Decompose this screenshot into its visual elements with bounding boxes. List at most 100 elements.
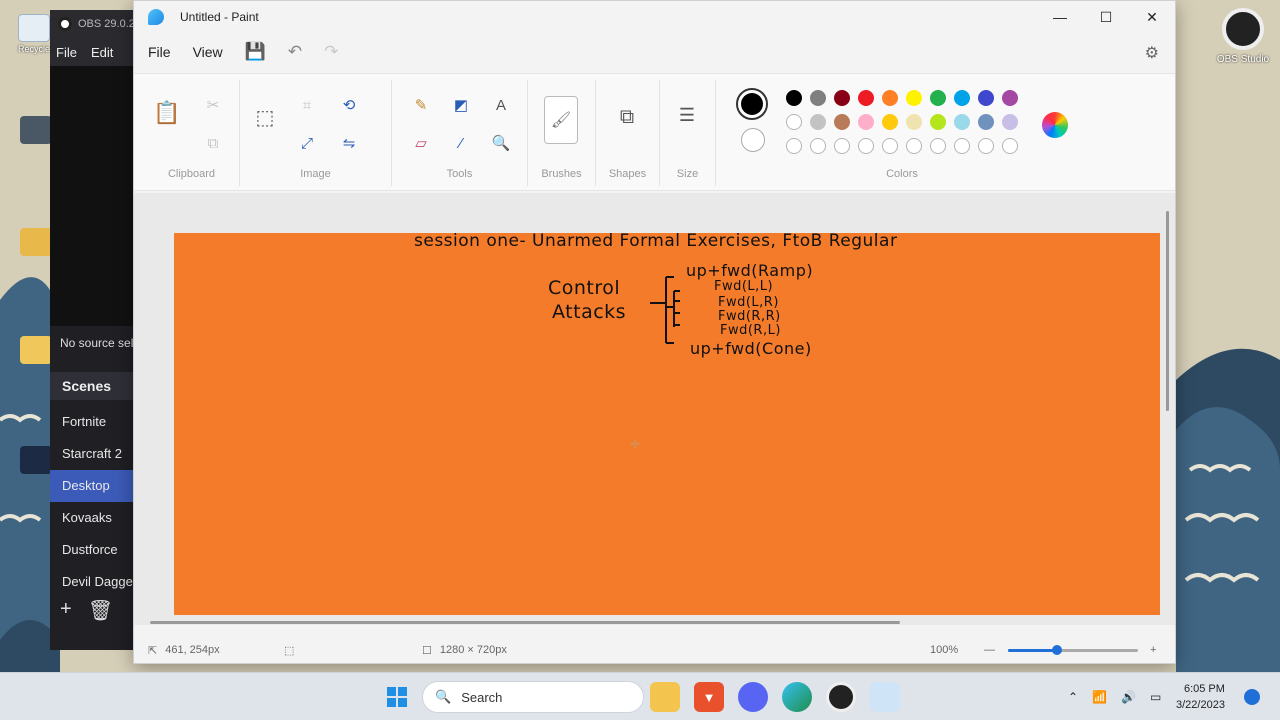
taskbar: 🔍 Search ▼ ⌃ 📶 🔊 ▭ 6:05 PM 3/22/2023 — [0, 672, 1280, 720]
maximize-icon[interactable]: ☐ — [1083, 1, 1129, 33]
obs-menu-edit[interactable]: Edit — [91, 45, 113, 60]
edge-icon[interactable] — [782, 682, 812, 712]
empty-color-swatch[interactable] — [858, 138, 874, 154]
obs-scene-item[interactable]: Starcraft 2 — [50, 438, 140, 470]
zoom-level: 100% — [930, 644, 958, 656]
obs-menu-file[interactable]: File — [56, 45, 77, 60]
copy-icon[interactable]: ⧉ — [200, 130, 226, 156]
edit-colors-icon[interactable] — [1042, 112, 1068, 138]
file-explorer-icon[interactable] — [650, 682, 680, 712]
magnifier-icon[interactable]: 🔍 — [488, 130, 514, 156]
color-swatch[interactable] — [810, 114, 826, 130]
color-swatch[interactable] — [834, 90, 850, 106]
cut-icon[interactable]: ✂ — [200, 92, 226, 118]
empty-color-swatch[interactable] — [1002, 138, 1018, 154]
paint-window: Untitled - Paint — ☐ ✕ File View 💾 ↶ ↷ ⚙… — [133, 0, 1176, 664]
obs-studio-label: OBS Studio — [1216, 54, 1270, 65]
vertical-scrollbar[interactable] — [1166, 211, 1169, 411]
save-icon[interactable]: 💾 — [245, 42, 266, 62]
paint-taskbar-icon[interactable] — [870, 682, 900, 712]
color-swatch[interactable] — [954, 90, 970, 106]
color-swatch[interactable] — [906, 114, 922, 130]
volume-icon[interactable]: 🔊 — [1121, 690, 1136, 704]
color-swatch[interactable] — [786, 90, 802, 106]
delete-scene-icon[interactable]: 🗑 — [88, 598, 113, 623]
taskbar-search[interactable]: 🔍 Search — [422, 681, 644, 713]
menu-view[interactable]: View — [193, 44, 223, 60]
empty-color-swatch[interactable] — [786, 138, 802, 154]
color-swatch[interactable] — [858, 90, 874, 106]
discord-icon[interactable] — [738, 682, 768, 712]
color-swatch[interactable] — [978, 114, 994, 130]
start-icon[interactable] — [382, 682, 412, 712]
zoom-out-icon[interactable]: — — [984, 644, 995, 656]
color-swatch[interactable] — [882, 114, 898, 130]
color-swatch[interactable] — [978, 90, 994, 106]
obs-window: OBS 29.0.2 File Edit No source selected … — [50, 10, 163, 650]
brave-icon[interactable]: ▼ — [694, 682, 724, 712]
obs-scene-item[interactable]: Fortnite — [50, 406, 140, 438]
secondary-color[interactable] — [741, 128, 765, 152]
wifi-icon[interactable]: 📶 — [1092, 690, 1107, 704]
fill-icon[interactable]: ◩ — [448, 92, 474, 118]
text-icon[interactable]: A — [488, 92, 514, 118]
obs-scene-item[interactable]: Devil Daggers — [50, 566, 140, 598]
clock[interactable]: 6:05 PM 3/22/2023 — [1176, 681, 1225, 713]
obs-studio-shortcut[interactable]: OBS Studio — [1208, 8, 1278, 65]
empty-color-swatch[interactable] — [930, 138, 946, 154]
empty-color-swatch[interactable] — [954, 138, 970, 154]
pencil-icon[interactable]: ✎ — [408, 92, 434, 118]
rotate-icon[interactable]: ⟲ — [336, 92, 362, 118]
zoom-slider-knob[interactable] — [1052, 645, 1063, 655]
shapes-icon[interactable]: ⧉ — [614, 104, 640, 130]
battery-icon[interactable]: ▭ — [1150, 690, 1161, 704]
color-picker-icon[interactable]: ⁄ — [448, 130, 474, 156]
flip-icon[interactable]: ⇋ — [336, 130, 362, 156]
color-swatch[interactable] — [930, 90, 946, 106]
windows-logo — [387, 687, 407, 707]
redo-icon[interactable]: ↷ — [324, 42, 338, 62]
empty-color-swatch[interactable] — [906, 138, 922, 154]
notification-icon[interactable] — [1244, 689, 1260, 705]
eraser-icon[interactable]: ▱ — [408, 130, 434, 156]
drawing-canvas[interactable]: session one- Unarmed Formal Exercises, F… — [174, 231, 1160, 615]
color-swatch[interactable] — [810, 90, 826, 106]
select-icon[interactable]: ⬚ — [252, 104, 278, 130]
color-swatch[interactable] — [1002, 114, 1018, 130]
horizontal-scrollbar[interactable] — [150, 621, 900, 624]
color-swatch[interactable] — [858, 114, 874, 130]
zoom-slider[interactable] — [1008, 645, 1138, 655]
obs-scene-item-active[interactable]: Desktop — [50, 470, 140, 502]
empty-color-swatch[interactable] — [834, 138, 850, 154]
color-swatch[interactable] — [906, 90, 922, 106]
empty-color-swatch[interactable] — [810, 138, 826, 154]
settings-icon[interactable]: ⚙ — [1145, 43, 1159, 63]
obs-scenes-header: Scenes — [50, 372, 140, 400]
color-swatch[interactable] — [954, 114, 970, 130]
primary-color[interactable] — [736, 88, 768, 120]
close-icon[interactable]: ✕ — [1129, 1, 1175, 33]
tools-label: Tools — [446, 168, 473, 180]
color-swatch[interactable] — [882, 90, 898, 106]
add-scene-icon[interactable]: + — [60, 598, 72, 623]
size-icon[interactable]: ☰ — [674, 102, 700, 128]
color-swatch[interactable] — [834, 114, 850, 130]
shapes-label: Shapes — [608, 168, 647, 180]
zoom-in-icon[interactable]: + — [1150, 644, 1156, 656]
color-swatch[interactable] — [786, 114, 802, 130]
brush-icon[interactable]: 🖌 — [544, 96, 578, 144]
color-swatch[interactable] — [930, 114, 946, 130]
resize-icon[interactable]: ⤢ — [294, 130, 320, 156]
empty-color-swatch[interactable] — [978, 138, 994, 154]
paste-icon[interactable]: 📋 — [153, 100, 180, 126]
obs-taskbar-icon[interactable] — [826, 682, 856, 712]
obs-scene-item[interactable]: Dustforce — [50, 534, 140, 566]
chevron-up-icon[interactable]: ⌃ — [1068, 690, 1078, 704]
menu-file[interactable]: File — [148, 44, 171, 60]
obs-scene-item[interactable]: Kovaaks — [50, 502, 140, 534]
undo-icon[interactable]: ↶ — [288, 42, 302, 62]
empty-color-swatch[interactable] — [882, 138, 898, 154]
color-swatch[interactable] — [1002, 90, 1018, 106]
crop-icon[interactable]: ⌗ — [294, 92, 320, 118]
minimize-icon[interactable]: — — [1037, 1, 1083, 33]
